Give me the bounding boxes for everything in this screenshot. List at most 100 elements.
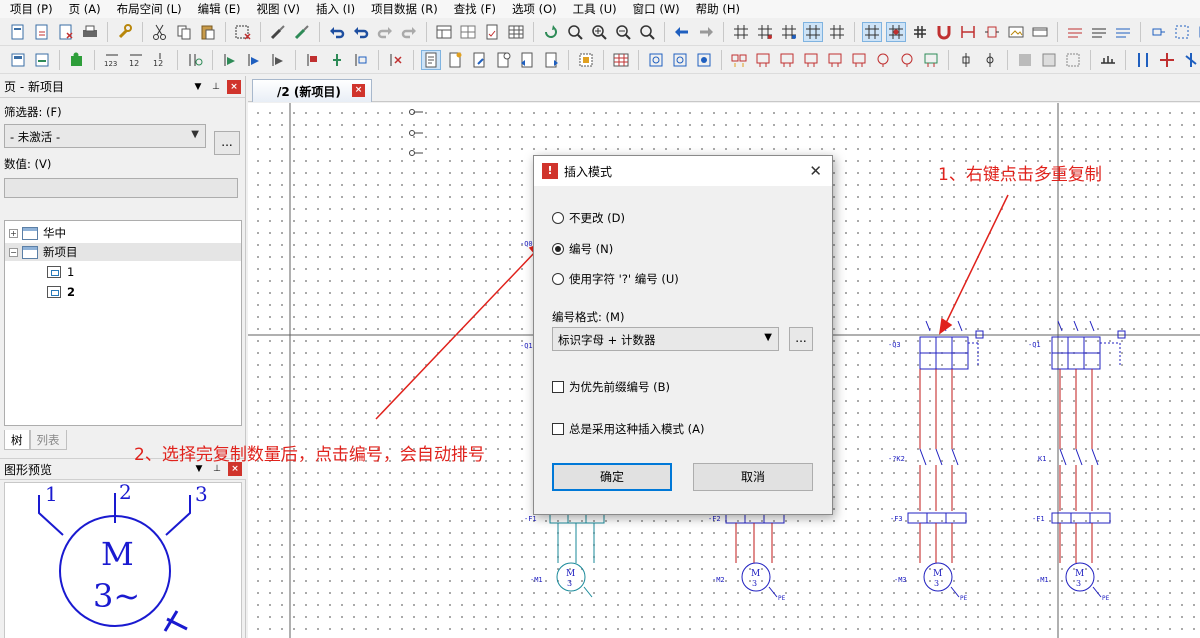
multi-copy-i-icon[interactable] [922,51,940,69]
device-b-icon[interactable] [245,51,263,69]
radio-circle[interactable] [552,273,564,285]
chevron-down-icon[interactable]: ▼ [191,80,205,94]
multi-copy-g-icon[interactable] [874,51,892,69]
cancel-button[interactable]: 取消 [693,463,813,491]
terminal-icon[interactable] [983,23,1001,41]
hatch-a-icon[interactable] [1016,51,1034,69]
close-project-icon[interactable] [57,23,75,41]
device-a-icon[interactable] [221,51,239,69]
plug-icon[interactable] [328,51,346,69]
cut-icon[interactable] [151,23,169,41]
back-arrow-icon[interactable] [673,23,691,41]
select-box-icon[interactable] [1173,23,1191,41]
snap-point-icon[interactable] [886,21,906,42]
snap-grid-icon[interactable] [862,21,882,42]
menu-find[interactable]: 查找 (F) [446,0,504,18]
value-input[interactable] [4,178,238,198]
page-grid-icon[interactable] [459,23,477,41]
page-forward-icon[interactable] [542,51,560,69]
number-12b-icon[interactable]: 12 [151,51,169,69]
undo-list-icon[interactable] [352,23,370,41]
format-more-button[interactable]: ... [789,327,813,351]
device-c-icon[interactable] [269,51,287,69]
radio-circle[interactable] [552,212,564,224]
connect-icon[interactable] [959,23,977,41]
lines-c-icon[interactable] [1114,23,1132,41]
filter-select[interactable]: - 未激活 - ▼ [4,124,206,148]
multi-copy-a-icon[interactable] [730,51,748,69]
menu-options[interactable]: 选项 (O) [504,0,565,18]
multi-copy-d-icon[interactable] [802,51,820,69]
checkbox-prefix[interactable]: 为优先前缀编号 (B) [552,379,670,395]
tab-page-2[interactable]: /2 (新项目) × [252,79,372,102]
multi-copy-e-icon[interactable] [826,51,844,69]
tree-item-page-1[interactable]: 1 [47,263,74,281]
number-12-icon[interactable]: 12 [127,51,145,69]
grid-e-icon[interactable] [828,23,846,41]
menu-project-data[interactable]: 项目数据 (R) [363,0,446,18]
close-icon[interactable]: × [227,79,241,94]
undo-icon[interactable] [328,23,346,41]
tree-item-project[interactable]: − 新项目 [5,243,241,261]
lines-a-icon[interactable] [1066,23,1084,41]
print-icon[interactable] [81,23,99,41]
menu-tools[interactable]: 工具 (U) [565,0,625,18]
menu-insert[interactable]: 插入 (I) [308,0,363,18]
magnet-icon[interactable] [935,23,953,41]
page-navigator-icon[interactable] [33,51,51,69]
menu-edit[interactable]: 编辑 (E) [190,0,249,18]
page-edit-icon[interactable] [470,51,488,69]
forward-arrow-icon[interactable] [697,23,715,41]
expand-icon[interactable]: + [9,228,18,238]
page-circle-icon[interactable] [494,51,512,69]
tree-item-page-2[interactable]: 2 [47,283,75,301]
sym-a-icon[interactable] [647,51,665,69]
menu-view[interactable]: 视图 (V) [249,0,309,18]
paste-icon[interactable] [199,23,217,41]
grid-table-icon[interactable] [612,51,630,69]
radio-char-number[interactable]: 使用字符 '?' 编号 (U) [552,271,679,287]
delete-selection-icon[interactable] [234,23,252,41]
image-icon[interactable] [1007,23,1025,41]
page-properties-icon[interactable] [9,51,27,69]
lines-b-icon[interactable] [1090,23,1108,41]
zoom-all-icon[interactable] [638,23,656,41]
format-brush-icon[interactable] [293,23,311,41]
tree-item-root[interactable]: + 华中 [9,224,66,242]
align-icon[interactable] [1099,51,1117,69]
pin-icon[interactable]: ⊥ [209,80,223,94]
window-icon[interactable] [1031,23,1049,41]
multi-copy-c-icon[interactable] [778,51,796,69]
brush-icon[interactable] [269,23,287,41]
multi-copy-b-icon[interactable] [754,51,772,69]
copy-icon[interactable] [175,23,193,41]
menu-page[interactable]: 页 (A) [61,0,109,18]
new-project-icon[interactable] [9,23,27,41]
hash-icon[interactable] [911,23,929,41]
wrench-icon[interactable] [116,23,134,41]
zoom-in-icon[interactable] [590,23,608,41]
cross-ref-icon[interactable] [387,51,405,69]
report-icon[interactable] [483,23,501,41]
page-back-icon[interactable] [518,51,536,69]
checkbox-always[interactable]: 总是采用这种插入模式 (A) [552,421,705,437]
filter-more-button[interactable]: ... [214,131,240,155]
menu-layout-space[interactable]: 布局空间 (L) [109,0,190,18]
menu-help[interactable]: 帮助 (H) [688,0,748,18]
terminal-red-icon[interactable] [304,51,322,69]
checkbox-box[interactable] [552,423,564,435]
sym-c-icon[interactable] [695,51,713,69]
contact-a-icon[interactable] [957,51,975,69]
redo-list-icon[interactable] [400,23,418,41]
wire-c-icon[interactable] [1182,51,1200,69]
pin-icon[interactable] [1149,23,1167,41]
zoom-window-icon[interactable] [566,23,584,41]
insert-page-icon[interactable] [421,49,441,70]
page-layout-icon[interactable] [435,23,453,41]
number-123-icon[interactable]: 123 [103,51,121,69]
close-icon[interactable]: × [352,84,365,97]
table-icon[interactable] [507,23,525,41]
multi-copy-f-icon[interactable] [850,51,868,69]
grid-a-icon[interactable] [732,23,750,41]
plc-icon[interactable] [352,51,370,69]
